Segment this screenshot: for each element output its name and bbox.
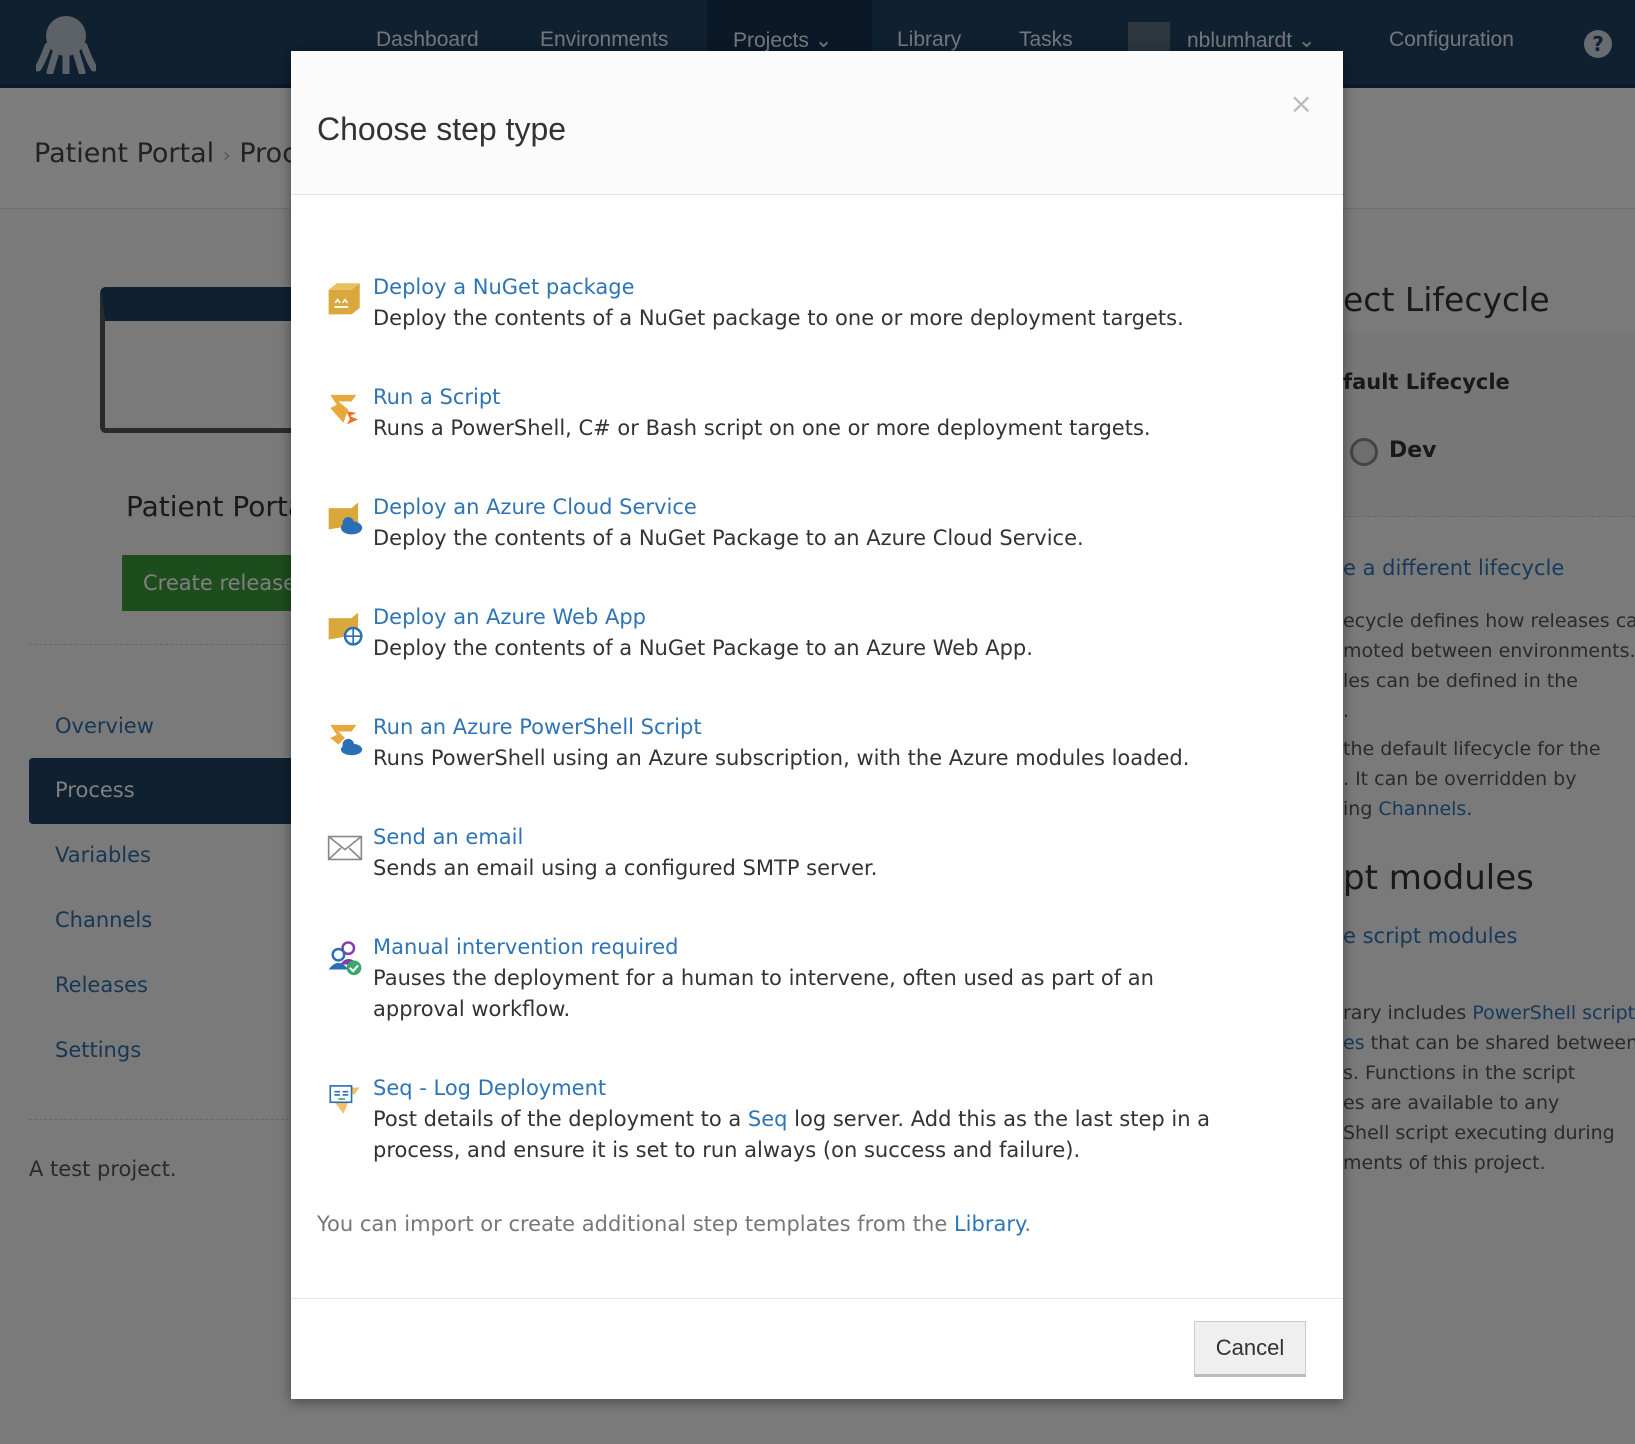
text: You can import or create additional step…	[317, 1212, 954, 1236]
step-type-script[interactable]: Run a Script Runs a PowerShell, C# or Bas…	[317, 382, 1317, 444]
step-description: Runs PowerShell using an Azure subscript…	[373, 746, 1190, 770]
step-title[interactable]: Seq - Log Deployment	[373, 1073, 1273, 1104]
nuget-package-icon	[328, 283, 360, 315]
step-title[interactable]: Send an email	[373, 822, 877, 853]
step-type-manual-intervention[interactable]: Manual intervention required Pauses the d…	[317, 932, 1317, 1025]
step-type-azure-powershell[interactable]: Run an Azure PowerShell Script Runs Power…	[317, 712, 1317, 774]
step-title[interactable]: Manual intervention required	[373, 932, 1233, 963]
step-description: Deploy the contents of a NuGet Package t…	[373, 526, 1084, 550]
modal-header: Choose step type ×	[291, 51, 1343, 195]
step-title[interactable]: Deploy an Azure Web App	[373, 602, 1033, 633]
cancel-button[interactable]: Cancel	[1194, 1321, 1306, 1377]
step-description: Sends an email using a configured SMTP s…	[373, 856, 878, 880]
manual-intervention-icon	[328, 941, 362, 976]
step-description: Pauses the deployment for a human to int…	[373, 966, 1154, 1021]
step-title[interactable]: Run a Script	[373, 382, 1151, 413]
step-description: Deploy the contents of a NuGet package t…	[373, 306, 1184, 330]
step-description: Deploy the contents of a NuGet Package t…	[373, 636, 1033, 660]
choose-step-type-dialog: Choose step type × Deploy a NuGet packag…	[291, 51, 1343, 1399]
step-type-azure-cloud-service[interactable]: Deploy an Azure Cloud Service Deploy the …	[317, 492, 1317, 554]
azure-cloud-service-icon	[328, 502, 363, 535]
modal-body: Deploy a NuGet package Deploy the content…	[291, 195, 1343, 1240]
step-title[interactable]: Deploy an Azure Cloud Service	[373, 492, 1084, 523]
text: .	[1024, 1212, 1032, 1236]
step-description: Runs a PowerShell, C# or Bash script on …	[373, 416, 1151, 440]
seq-icon	[329, 1085, 360, 1114]
azure-powershell-icon	[330, 724, 363, 756]
step-title[interactable]: Deploy a NuGet package	[373, 272, 1184, 303]
step-description: Post details of the deployment to a Seq …	[373, 1104, 1273, 1166]
seq-link[interactable]: Seq	[748, 1107, 788, 1131]
step-type-email[interactable]: Send an email Sends an email using a conf…	[317, 822, 1317, 884]
azure-web-app-icon	[328, 612, 363, 646]
step-type-azure-web-app[interactable]: Deploy an Azure Web App Deploy the conten…	[317, 602, 1317, 664]
step-type-nuget[interactable]: Deploy a NuGet package Deploy the content…	[317, 272, 1317, 334]
library-note: You can import or create additional step…	[317, 1209, 1317, 1240]
text: Post details of the deployment to a	[373, 1107, 748, 1131]
modal-footer: Cancel	[291, 1298, 1343, 1399]
script-icon	[330, 394, 359, 425]
step-title[interactable]: Run an Azure PowerShell Script	[373, 712, 1189, 743]
close-icon[interactable]: ×	[1290, 87, 1313, 120]
modal-title: Choose step type	[317, 111, 567, 147]
email-icon	[327, 835, 363, 861]
step-type-seq[interactable]: Seq - Log Deployment Post details of the …	[317, 1073, 1317, 1166]
library-link[interactable]: Library	[954, 1212, 1024, 1236]
